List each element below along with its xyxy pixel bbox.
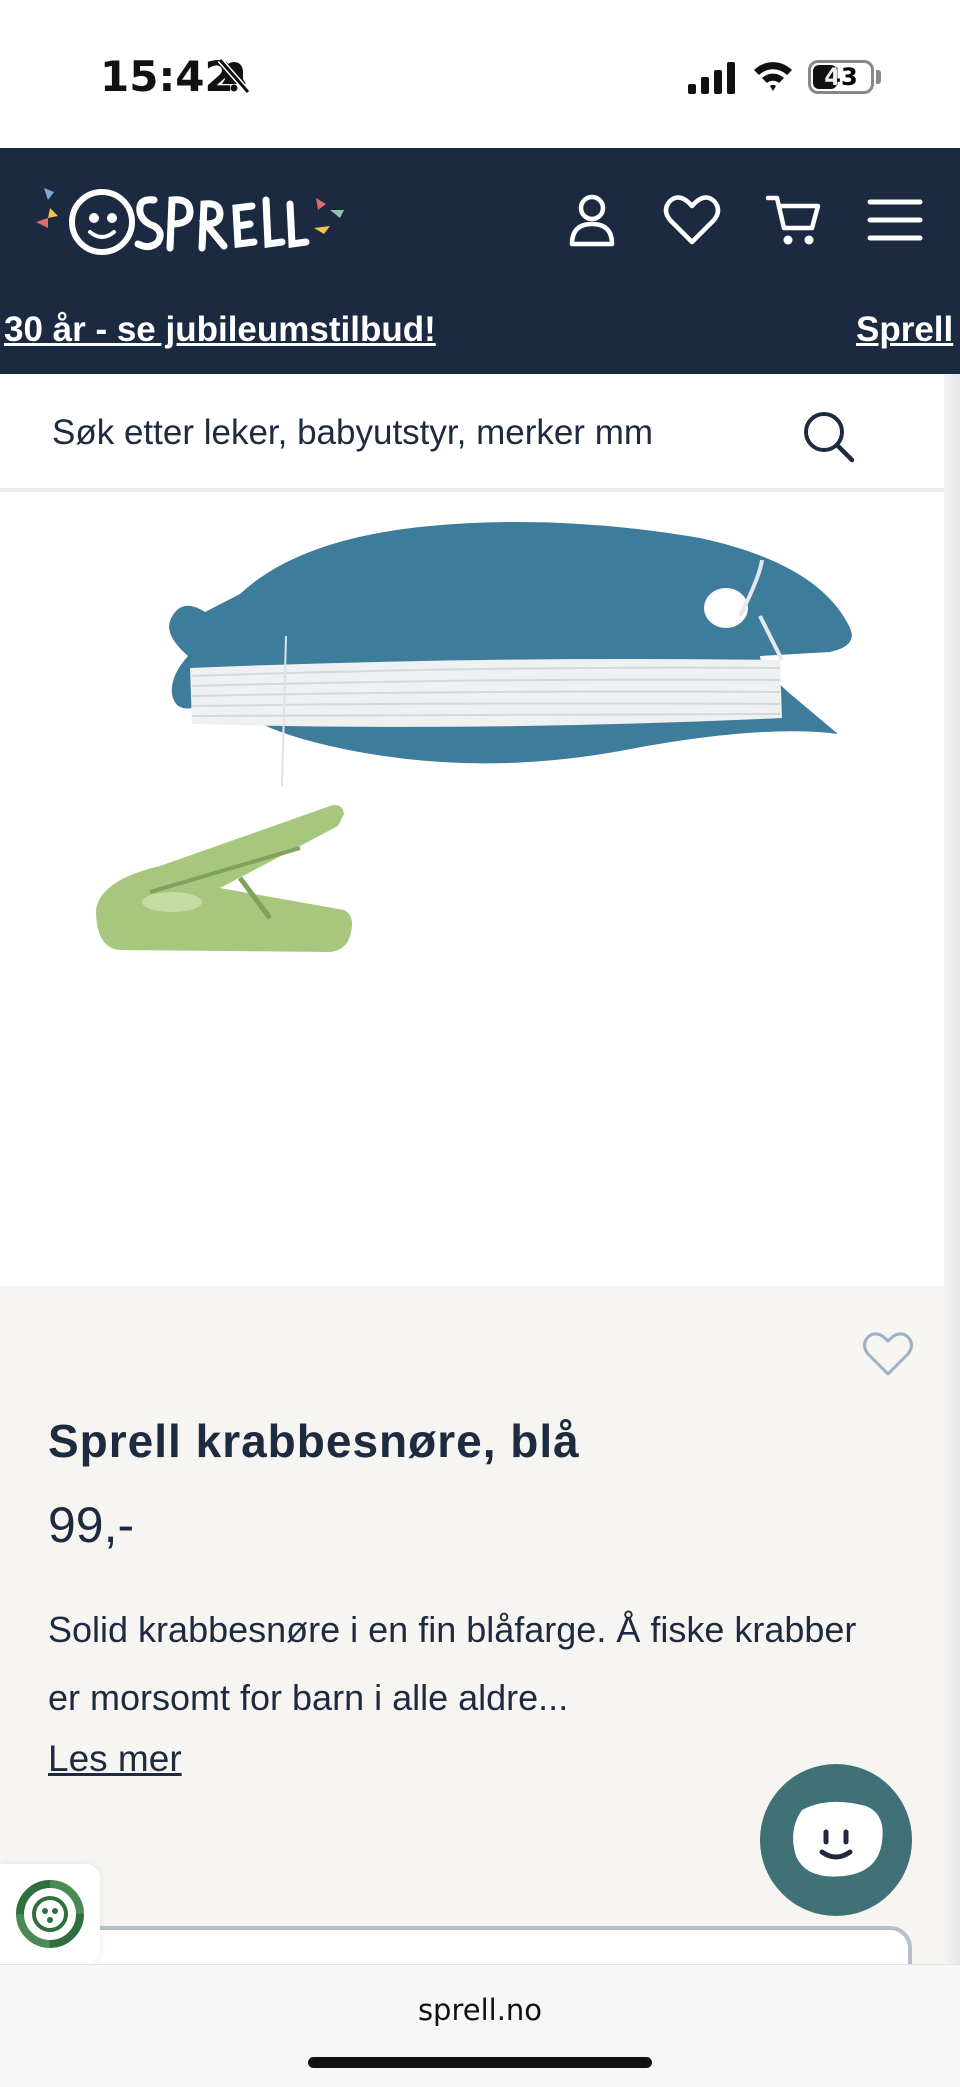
promo-bar: 30 år - se jubileumstilbud! Sprell (0, 292, 960, 374)
wifi-icon (754, 62, 792, 91)
cart-icon[interactable] (764, 190, 824, 250)
read-more-link[interactable]: Les mer (48, 1738, 182, 1780)
eco-badge[interactable] (0, 1864, 100, 1964)
status-bar: 15:42 43 (0, 0, 960, 148)
battery-icon: 43 (808, 60, 874, 94)
search-icon[interactable] (798, 406, 858, 466)
battery-cap (876, 70, 881, 84)
browser-url[interactable]: sprell.no (0, 1993, 960, 2027)
smiley-chat-icon (793, 1801, 883, 1877)
search-input[interactable] (52, 408, 752, 458)
sprell-logo[interactable] (34, 178, 350, 264)
account-icon[interactable] (562, 190, 622, 250)
scroll-edge (944, 374, 960, 1964)
product-title: Sprell krabbesnøre, blå (48, 1415, 580, 1467)
home-indicator[interactable] (308, 2057, 652, 2068)
heart-icon[interactable] (662, 190, 722, 250)
site-header (0, 148, 960, 292)
battery-percentage: 43 (824, 63, 858, 91)
product-image[interactable] (0, 496, 944, 1286)
menu-icon[interactable] (866, 190, 926, 250)
eco-badge-icon (16, 1880, 84, 1948)
cellular-signal-icon (688, 62, 735, 94)
bell-slash-icon (217, 58, 251, 94)
chat-button[interactable] (760, 1764, 912, 1916)
product-description: Solid krabbesnøre i en fin blåfarge. Å f… (48, 1609, 857, 1718)
browser-toolbar: sprell.no (0, 1964, 960, 2087)
promo-link[interactable]: 30 år - se jubileumstilbud! (4, 310, 436, 350)
heart-outline-icon[interactable] (862, 1330, 914, 1378)
promo-link-next[interactable]: Sprell (856, 310, 953, 350)
product-price: 99,- (48, 1497, 135, 1553)
search-bar (0, 374, 960, 492)
